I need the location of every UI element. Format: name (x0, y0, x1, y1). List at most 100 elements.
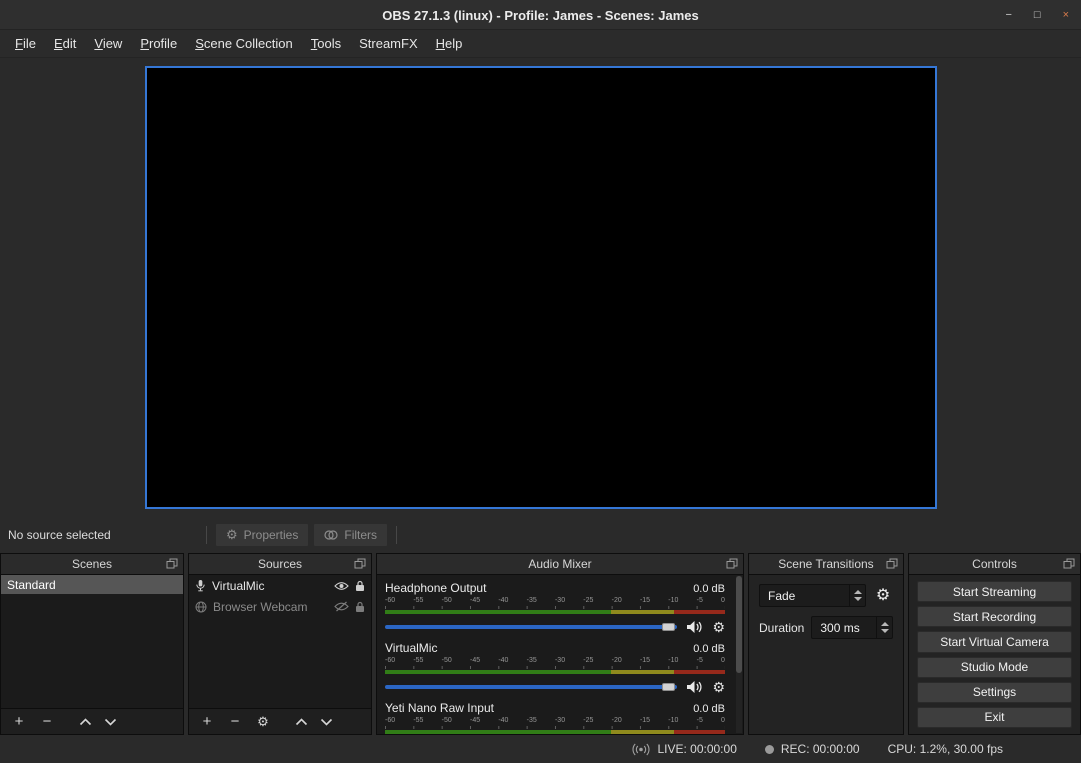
transition-gear-icon[interactable]: ⚙ (873, 588, 893, 604)
controls-dock-title: Controls (972, 557, 1017, 571)
popout-icon[interactable] (166, 558, 178, 569)
channel-gear-icon[interactable]: ⚙ (712, 680, 725, 694)
popout-icon[interactable] (1063, 558, 1075, 569)
volume-meter (385, 730, 725, 734)
mixer-scrollbar-thumb[interactable] (736, 576, 742, 673)
duration-spinbox[interactable]: 300 ms (811, 616, 893, 639)
scenes-dock-header[interactable]: Scenes (1, 554, 183, 575)
scene-item-standard[interactable]: Standard (1, 575, 183, 594)
popout-icon[interactable] (726, 558, 738, 569)
meter-scale: -60-55-50-45-40-35-30-25-20-15-10-50 (385, 717, 725, 725)
source-item-browser-webcam[interactable]: Browser Webcam (189, 596, 371, 617)
audio-mixer-dock-header[interactable]: Audio Mixer (377, 554, 743, 575)
duration-spinner-icon[interactable] (876, 617, 892, 638)
transition-select[interactable]: Fade (759, 584, 866, 607)
source-item-virtualmic[interactable]: VirtualMic (189, 575, 371, 596)
menu-profile[interactable]: Profile (131, 31, 186, 56)
mixer-scrollbar[interactable] (736, 576, 742, 733)
sources-dock: Sources VirtualMic (188, 553, 372, 735)
scenes-list: Standard (1, 575, 183, 708)
dock-area: Scenes Standard + − (0, 553, 1081, 735)
maximize-icon[interactable]: □ (1034, 10, 1041, 21)
lock-icon[interactable] (355, 601, 365, 613)
audio-mixer-dock-title: Audio Mixer (528, 557, 591, 571)
start-recording-button[interactable]: Start Recording (917, 606, 1072, 627)
transition-selected-value: Fade (768, 589, 795, 603)
source-name: VirtualMic (212, 579, 328, 593)
rec-status: REC: 00:00:00 (765, 742, 860, 756)
source-properties-gear-icon[interactable]: ⚙ (255, 715, 271, 728)
lock-icon[interactable] (355, 580, 365, 592)
broadcast-icon (632, 743, 650, 756)
sources-toolbar: + − ⚙ (189, 708, 371, 734)
start-virtual-camera-button[interactable]: Start Virtual Camera (917, 631, 1072, 652)
channel-name: Headphone Output (385, 581, 486, 595)
remove-source-icon[interactable]: − (227, 714, 243, 729)
meter-tick-marks (385, 606, 725, 609)
mixer-channel-virtualmic: VirtualMic 0.0 dB -60-55-50-45-40-35-30-… (377, 638, 735, 698)
scene-name: Standard (7, 578, 56, 592)
volume-slider[interactable] (385, 678, 677, 696)
close-icon[interactable]: × (1063, 10, 1069, 21)
cpu-fps-stats: CPU: 1.2%, 30.00 fps (888, 742, 1003, 756)
menu-streamfx[interactable]: StreamFX (350, 31, 427, 56)
gear-icon: ⚙ (226, 528, 238, 541)
scene-transitions-panel: Fade ⚙ Duration 300 ms (749, 575, 903, 734)
scenes-dock-title: Scenes (72, 557, 112, 571)
menu-help[interactable]: Help (427, 31, 472, 56)
status-bar: LIVE: 00:00:00 REC: 00:00:00 CPU: 1.2%, … (0, 735, 1081, 763)
combo-spinner-icon[interactable] (849, 585, 865, 606)
sources-list: VirtualMic Browser Webcam (189, 575, 371, 708)
toolbar-separator (396, 526, 397, 544)
sources-dock-header[interactable]: Sources (189, 554, 371, 575)
properties-button-label: Properties (244, 528, 299, 542)
controls-dock: Controls Start Streaming Start Recording… (908, 553, 1081, 735)
title-bar[interactable]: OBS 27.1.3 (linux) - Profile: James - Sc… (0, 0, 1081, 30)
filters-icon (324, 529, 338, 541)
menu-scene-collection[interactable]: Scene Collection (186, 31, 302, 56)
meter-scale: -60-55-50-45-40-35-30-25-20-15-10-50 (385, 657, 725, 665)
program-preview[interactable] (145, 66, 937, 509)
menu-view[interactable]: View (85, 31, 131, 56)
visibility-eye-slash-icon[interactable] (334, 601, 349, 612)
remove-scene-icon[interactable]: − (39, 714, 55, 729)
popout-icon[interactable] (354, 558, 366, 569)
scenes-toolbar: + − (1, 708, 183, 734)
source-name: Browser Webcam (213, 600, 328, 614)
volume-slider-handle[interactable] (662, 683, 675, 691)
speaker-icon[interactable] (686, 620, 703, 634)
window-controls: − □ × (1005, 0, 1069, 30)
filters-button[interactable]: Filters (313, 523, 388, 547)
settings-button[interactable]: Settings (917, 682, 1072, 703)
minimize-icon[interactable]: − (1005, 10, 1011, 21)
channel-gear-icon[interactable]: ⚙ (712, 620, 725, 634)
move-source-up-icon[interactable] (295, 718, 308, 726)
menu-edit[interactable]: Edit (45, 31, 85, 56)
controls-dock-header[interactable]: Controls (909, 554, 1080, 575)
move-scene-up-icon[interactable] (79, 718, 92, 726)
add-source-icon[interactable]: + (199, 714, 215, 729)
volume-slider[interactable] (385, 618, 677, 636)
exit-button[interactable]: Exit (917, 707, 1072, 728)
meter-tick-marks (385, 666, 725, 669)
studio-mode-button[interactable]: Studio Mode (917, 657, 1072, 678)
channel-volume-db: 0.0 dB (693, 583, 725, 595)
meter-scale: -60-55-50-45-40-35-30-25-20-15-10-50 (385, 597, 725, 605)
visibility-eye-icon[interactable] (334, 581, 349, 591)
menu-file[interactable]: File (6, 31, 45, 56)
filters-button-label: Filters (344, 528, 377, 542)
source-context-toolbar: No source selected ⚙ Properties Filters (0, 516, 1081, 553)
duration-label: Duration (759, 621, 804, 635)
popout-icon[interactable] (886, 558, 898, 569)
globe-icon (195, 601, 207, 613)
channel-name: VirtualMic (385, 641, 437, 655)
volume-slider-handle[interactable] (662, 623, 675, 631)
start-streaming-button[interactable]: Start Streaming (917, 581, 1072, 602)
add-scene-icon[interactable]: + (11, 714, 27, 729)
move-scene-down-icon[interactable] (104, 718, 117, 726)
move-source-down-icon[interactable] (320, 718, 333, 726)
menu-tools[interactable]: Tools (302, 31, 350, 56)
scene-transitions-dock-header[interactable]: Scene Transitions (749, 554, 903, 575)
speaker-icon[interactable] (686, 680, 703, 694)
properties-button[interactable]: ⚙ Properties (215, 523, 309, 547)
